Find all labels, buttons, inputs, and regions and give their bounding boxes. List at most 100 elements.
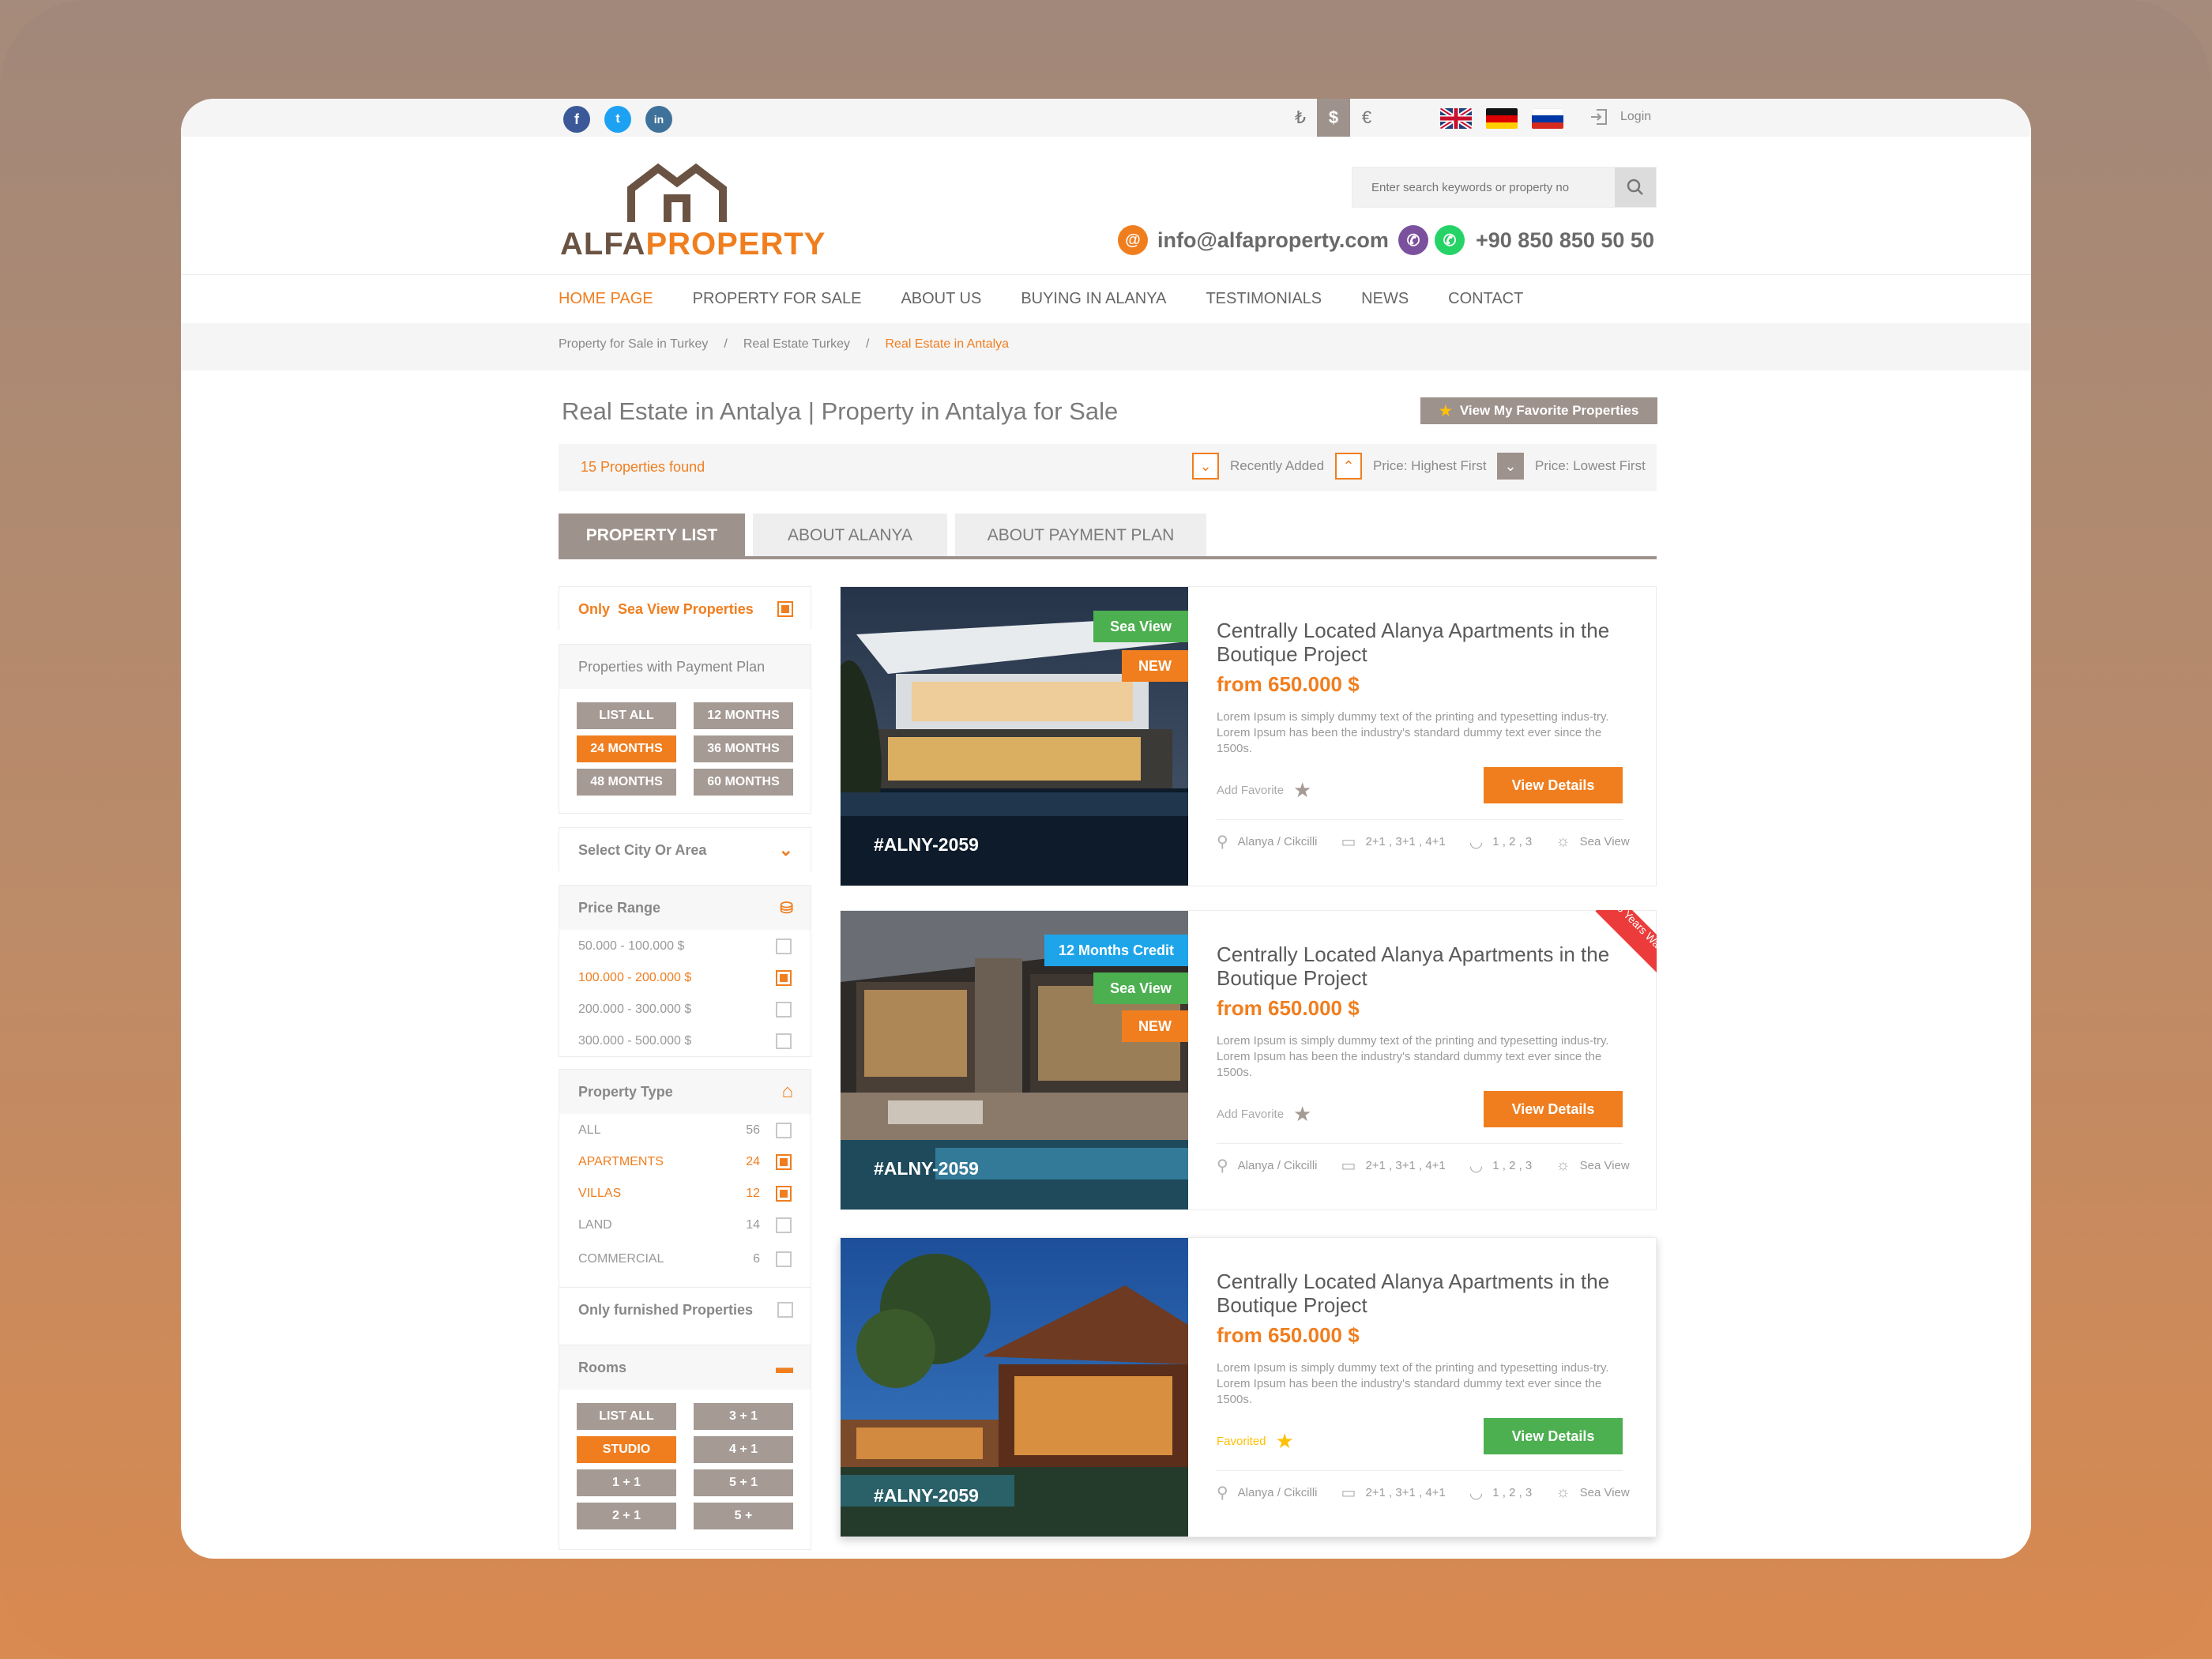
login-link[interactable]: Login bbox=[1589, 107, 1651, 127]
main-nav: HOME PAGE PROPERTY FOR SALE ABOUT US BUY… bbox=[559, 290, 1563, 308]
property-photo[interactable]: Sea View NEW #ALNY-2059 bbox=[841, 587, 1188, 886]
bed-icon: ▬ bbox=[776, 1357, 793, 1377]
property-price: from 650.000 $ bbox=[1217, 1323, 1360, 1347]
property-title[interactable]: Centrally Located Alanya Apartments in t… bbox=[1217, 1270, 1627, 1317]
furnished-filter[interactable]: Only furnished Properties bbox=[559, 1287, 811, 1332]
logo[interactable]: ALFAPROPERTY bbox=[560, 162, 825, 261]
rooms-3-1[interactable]: 3 + 1 bbox=[694, 1403, 793, 1430]
sea-view-checkbox[interactable] bbox=[777, 601, 793, 617]
rooms-1-1[interactable]: 1 + 1 bbox=[577, 1469, 676, 1496]
sort-price-high[interactable]: ⌃ Price: Highest First bbox=[1335, 453, 1487, 480]
property-description: Lorem Ipsum is simply dummy text of the … bbox=[1217, 710, 1609, 755]
view-details-button[interactable]: View Details bbox=[1484, 1418, 1623, 1454]
whatsapp-icon: ✆ bbox=[1435, 225, 1465, 255]
type-option[interactable]: VILLAS 12 bbox=[578, 1186, 792, 1202]
payment-36-months[interactable]: 36 MONTHS bbox=[694, 735, 793, 762]
breadcrumb: Property for Sale in Turkey / Real Estat… bbox=[559, 337, 1009, 352]
top-bar bbox=[181, 99, 2031, 137]
tab-property-list[interactable]: PROPERTY LIST bbox=[559, 514, 745, 558]
payment-48-months[interactable]: 48 MONTHS bbox=[577, 769, 676, 796]
type-checkbox[interactable] bbox=[776, 1217, 792, 1233]
type-checkbox[interactable] bbox=[776, 1251, 792, 1267]
nav-buying-in-alanya[interactable]: BUYING IN ALANYA bbox=[1021, 290, 1166, 308]
property-title[interactable]: Centrally Located Alanya Apartments in t… bbox=[1217, 619, 1627, 666]
price-option[interactable]: 100.000 - 200.000 $ bbox=[578, 970, 792, 986]
type-checkbox[interactable] bbox=[776, 1154, 792, 1170]
type-count: 6 bbox=[753, 1252, 760, 1266]
property-title[interactable]: Centrally Located Alanya Apartments in t… bbox=[1217, 942, 1627, 990]
currency-try[interactable]: ₺ bbox=[1284, 99, 1317, 137]
view-details-button[interactable]: View Details bbox=[1484, 1091, 1623, 1127]
breadcrumb-bar bbox=[181, 323, 2031, 371]
uk-flag-icon[interactable] bbox=[1440, 108, 1472, 129]
city-select[interactable]: Select City Or Area ⌄ bbox=[559, 827, 811, 872]
add-favorite[interactable]: Add Favorite ★ bbox=[1217, 778, 1311, 803]
facebook-icon[interactable]: f bbox=[563, 106, 590, 133]
type-checkbox[interactable] bbox=[776, 1186, 792, 1202]
price-checkbox[interactable] bbox=[776, 1002, 792, 1018]
rooms-5-plus[interactable]: 5 + bbox=[694, 1503, 793, 1529]
type-option[interactable]: APARTMENTS 24 bbox=[578, 1154, 792, 1170]
nav-contact[interactable]: CONTACT bbox=[1448, 290, 1523, 308]
instagram-icon[interactable]: in bbox=[645, 106, 672, 133]
breadcrumb-item[interactable]: Real Estate Turkey bbox=[743, 337, 850, 352]
furnished-checkbox[interactable] bbox=[777, 1302, 793, 1318]
rooms-5-1[interactable]: 5 + 1 bbox=[694, 1469, 793, 1496]
nav-home[interactable]: HOME PAGE bbox=[559, 290, 653, 308]
phone-contact[interactable]: ✆ ✆ +90 850 850 50 50 bbox=[1398, 225, 1654, 255]
breadcrumb-item[interactable]: Property for Sale in Turkey bbox=[559, 337, 708, 352]
rooms-list-all[interactable]: LIST ALL bbox=[577, 1403, 676, 1430]
sort-recent[interactable]: ⌄ Recently Added bbox=[1192, 453, 1324, 480]
house-logo-icon bbox=[627, 163, 727, 222]
payment-24-months[interactable]: 24 MONTHS bbox=[577, 735, 676, 762]
add-favorite[interactable]: Add Favorite ★ bbox=[1217, 1102, 1311, 1127]
currency-eur[interactable]: € bbox=[1350, 99, 1383, 137]
price-option[interactable]: 50.000 - 100.000 $ bbox=[578, 939, 792, 954]
russia-flag-icon[interactable] bbox=[1532, 108, 1563, 129]
search-button[interactable] bbox=[1615, 167, 1656, 207]
location-pin-icon: ⚲ bbox=[1217, 833, 1228, 851]
property-photo[interactable]: 12 Months Credit Sea View NEW #ALNY-2059 bbox=[841, 911, 1188, 1209]
twitter-icon[interactable]: t bbox=[604, 106, 631, 133]
sort-price-low[interactable]: ⌄ Price: Lowest First bbox=[1497, 453, 1646, 480]
favorite-properties-button[interactable]: ★ View My Favorite Properties bbox=[1420, 397, 1657, 424]
payment-plan-title: Properties with Payment Plan bbox=[578, 658, 766, 675]
type-option[interactable]: LAND 14 bbox=[578, 1217, 792, 1233]
sort-label: Price: Highest First bbox=[1373, 458, 1487, 473]
property-photo[interactable]: #ALNY-2059 bbox=[841, 1238, 1188, 1537]
germany-flag-icon[interactable] bbox=[1486, 108, 1518, 129]
type-checkbox[interactable] bbox=[776, 1123, 792, 1138]
payment-12-months[interactable]: 12 MONTHS bbox=[694, 702, 793, 729]
favorited[interactable]: Favorited ★ bbox=[1217, 1429, 1294, 1454]
payment-list-all[interactable]: LIST ALL bbox=[577, 702, 676, 729]
view-details-button[interactable]: View Details bbox=[1484, 767, 1623, 803]
rooms-studio[interactable]: STUDIO bbox=[577, 1436, 676, 1463]
browser-window: f t in ₺ $ € Login ALFAPROPERTY @ info@a… bbox=[181, 99, 2031, 1559]
location-text: Alanya / Cikcilli bbox=[1237, 835, 1318, 848]
nav-news[interactable]: NEWS bbox=[1361, 290, 1409, 308]
price-checkbox[interactable] bbox=[776, 939, 792, 954]
price-label: 200.000 - 300.000 $ bbox=[578, 1003, 692, 1016]
nav-testimonials[interactable]: TESTIMONIALS bbox=[1206, 290, 1322, 308]
nav-property-for-sale[interactable]: PROPERTY FOR SALE bbox=[693, 290, 862, 308]
email-contact[interactable]: @ info@alfaproperty.com bbox=[1118, 225, 1389, 255]
rooms-2-1[interactable]: 2 + 1 bbox=[577, 1503, 676, 1529]
type-option[interactable]: ALL 56 bbox=[578, 1123, 792, 1138]
view-text: Sea View bbox=[1579, 1159, 1630, 1172]
property-price: from 650.000 $ bbox=[1217, 996, 1360, 1020]
currency-usd[interactable]: $ bbox=[1317, 99, 1350, 137]
sea-view-filter[interactable]: Only Sea View Properties bbox=[559, 586, 811, 631]
favorite-properties-label: View My Favorite Properties bbox=[1459, 403, 1639, 418]
tab-about-payment-plan[interactable]: ABOUT PAYMENT PLAN bbox=[955, 514, 1206, 558]
payment-60-months[interactable]: 60 MONTHS bbox=[694, 769, 793, 796]
nav-about-us[interactable]: ABOUT US bbox=[901, 290, 981, 308]
rooms-4-1[interactable]: 4 + 1 bbox=[694, 1436, 793, 1463]
price-checkbox[interactable] bbox=[776, 1033, 792, 1049]
type-option[interactable]: COMMERCIAL 6 bbox=[578, 1251, 792, 1267]
location-pin-icon: ⚲ bbox=[1217, 1157, 1228, 1175]
price-option[interactable]: 300.000 - 500.000 $ bbox=[578, 1033, 792, 1049]
price-checkbox[interactable] bbox=[776, 970, 792, 986]
price-option[interactable]: 200.000 - 300.000 $ bbox=[578, 1002, 792, 1018]
search-input[interactable] bbox=[1352, 167, 1613, 207]
tab-about-alanya[interactable]: ABOUT ALANYA bbox=[753, 514, 947, 558]
